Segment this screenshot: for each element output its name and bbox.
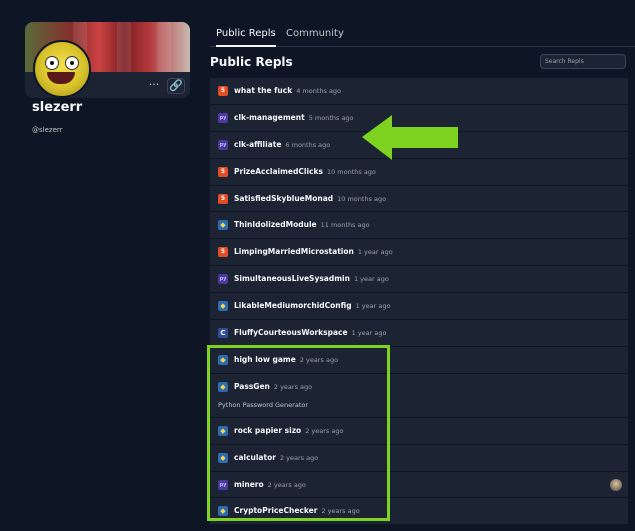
repl-title[interactable]: SatisfiedSkyblueMonad — [234, 194, 333, 203]
python-icon — [218, 381, 228, 392]
repl-row[interactable]: high low game2 years ago — [210, 346, 628, 374]
repl-title[interactable]: CryptoPriceChecker — [234, 506, 317, 515]
search-input[interactable] — [540, 54, 626, 69]
repl-title[interactable]: clk-affiliate — [234, 140, 281, 149]
repl-name[interactable]: minero 2 years ago — [234, 480, 306, 489]
html-icon — [218, 193, 228, 204]
pygame-icon — [218, 139, 228, 150]
repl-title[interactable]: PrizeAcclaimedClicks — [234, 167, 323, 176]
pygame-icon — [218, 479, 228, 490]
repl-row[interactable]: FluffyCourteousWorkspace1 year ago — [210, 320, 628, 347]
repl-name[interactable]: clk-affiliate 6 months ago — [234, 140, 330, 149]
repl-title[interactable]: clk-management — [234, 113, 305, 122]
repl-timestamp: 6 months ago — [285, 140, 331, 149]
repl-timestamp: 1 year ago — [357, 248, 393, 257]
repl-name[interactable]: SatisfiedSkyblueMonad 10 months ago — [234, 194, 386, 203]
repl-name[interactable]: ThinIdolizedModule 11 months ago — [234, 220, 370, 229]
python-icon — [218, 220, 228, 231]
repl-name[interactable]: clk-management 5 months ago — [234, 113, 354, 122]
repl-title[interactable]: rock papier sizo — [234, 426, 301, 435]
repl-row[interactable]: ThinIdolizedModule11 months ago — [210, 212, 628, 240]
repl-row[interactable]: LikableMediumorchidConfig1 year ago — [210, 293, 628, 321]
repl-row[interactable]: PrizeAcclaimedClicks10 months ago — [210, 158, 628, 186]
html-icon — [218, 247, 228, 258]
more-options-icon[interactable]: ··· — [146, 78, 162, 92]
link-icon[interactable]: 🔗 — [167, 78, 185, 94]
python-icon — [218, 301, 228, 312]
pygame-icon — [218, 274, 228, 285]
repl-timestamp: 4 months ago — [296, 87, 342, 95]
tab-community[interactable]: Community — [286, 28, 344, 45]
repl-title[interactable]: LimpingMarriedMicrostation — [234, 247, 354, 256]
repl-timestamp: 5 months ago — [308, 113, 354, 122]
profile-username: slezerr — [32, 100, 83, 115]
repl-name[interactable]: FluffyCourteousWorkspace 1 year ago — [234, 328, 386, 337]
html-icon — [218, 166, 228, 177]
repl-row[interactable]: LimpingMarriedMicrostation1 year ago — [210, 239, 628, 267]
repl-name[interactable]: rock papier sizo 2 years ago — [234, 426, 343, 435]
python-icon — [218, 425, 228, 436]
repl-name[interactable]: high low game 2 years ago — [234, 355, 338, 364]
profile-handle: @slezerr — [32, 126, 63, 134]
repl-title[interactable]: FluffyCourteousWorkspace — [234, 328, 348, 337]
html-icon — [218, 86, 228, 96]
repl-description: Python Password Generator — [218, 400, 309, 409]
repl-timestamp: 2 years ago — [299, 355, 339, 364]
repl-row[interactable]: SimultaneousLiveSysadmin1 year ago — [210, 266, 628, 294]
repl-timestamp: 2 years ago — [321, 507, 360, 516]
repl-row[interactable]: CryptoPriceChecker 2 years ago — [210, 498, 628, 526]
repl-row[interactable]: calculator2 years ago — [210, 444, 628, 472]
repl-timestamp: 1 year ago — [351, 329, 387, 338]
repl-name[interactable]: CryptoPriceChecker 2 years ago — [234, 506, 360, 515]
repl-name[interactable]: calculator 2 years ago — [234, 453, 318, 462]
repl-name[interactable]: LimpingMarriedMicrostation 1 year ago — [234, 247, 393, 256]
repl-row[interactable]: minero2 years ago — [210, 471, 628, 499]
repl-timestamp: 1 year ago — [355, 302, 391, 311]
repl-title[interactable]: SimultaneousLiveSysadmin — [234, 274, 350, 283]
repl-title[interactable]: LikableMediumorchidConfig — [234, 301, 352, 310]
repl-name[interactable]: what the fuck 4 months ago — [234, 86, 341, 95]
repl-timestamp: 1 year ago — [353, 275, 389, 284]
repl-timestamp: 2 years ago — [279, 453, 319, 462]
profile-tabs: Public Repls Community — [210, 22, 635, 47]
repl-timestamp: 10 months ago — [337, 194, 387, 203]
repl-title[interactable]: what the fuck — [234, 86, 292, 95]
python-icon — [218, 354, 228, 365]
repl-name[interactable]: PrizeAcclaimedClicks 10 months ago — [234, 167, 376, 176]
repl-name[interactable]: PassGen 2 years ago — [234, 382, 312, 391]
pygame-icon — [218, 112, 228, 123]
section-title: Public Repls — [210, 55, 293, 69]
repl-title[interactable]: high low game — [234, 355, 296, 364]
annotation-arrow-icon — [362, 115, 458, 160]
cpp-icon — [218, 328, 228, 339]
repl-title[interactable]: calculator — [234, 453, 276, 462]
python-icon — [218, 452, 228, 463]
repl-title[interactable]: ThinIdolizedModule — [234, 220, 317, 229]
collaborator-avatar[interactable] — [610, 478, 622, 491]
repl-row[interactable]: PassGen2 years ago Python Password Genera… — [210, 373, 628, 418]
repl-timestamp: 2 years ago — [305, 426, 344, 435]
avatar[interactable] — [33, 40, 91, 98]
repl-timestamp: 10 months ago — [326, 167, 376, 176]
repl-title[interactable]: PassGen — [234, 382, 270, 391]
repl-row[interactable]: rock papier sizo 2 years ago — [210, 417, 628, 445]
repl-title[interactable]: minero — [234, 480, 264, 489]
repl-name[interactable]: SimultaneousLiveSysadmin 1 year ago — [234, 274, 389, 283]
python-icon — [218, 506, 228, 517]
repl-timestamp: 2 years ago — [267, 480, 306, 489]
repl-row[interactable]: what the fuck 4 months ago — [210, 78, 628, 105]
repl-timestamp: 11 months ago — [320, 221, 370, 230]
repl-row[interactable]: SatisfiedSkyblueMonad 10 months ago — [210, 185, 628, 213]
tab-public-repls[interactable]: Public Repls — [216, 28, 276, 47]
repl-name[interactable]: LikableMediumorchidConfig 1 year ago — [234, 301, 390, 310]
repl-timestamp: 2 years ago — [273, 382, 313, 391]
